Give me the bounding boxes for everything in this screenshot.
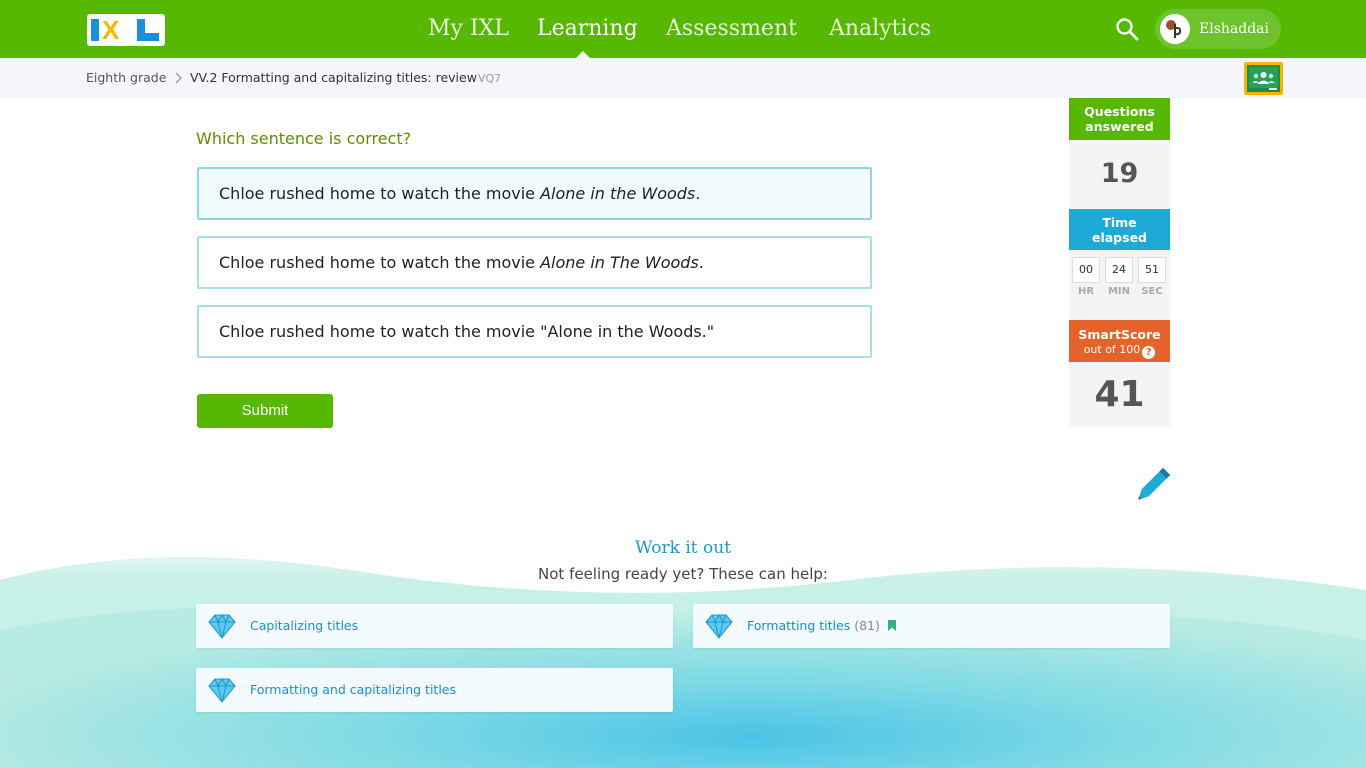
user-name: Elshaddai: [1199, 21, 1269, 37]
minutes-label: MIN: [1107, 286, 1131, 297]
answer-choice-3[interactable]: Chloe rushed home to watch the movie "Al…: [197, 305, 872, 358]
user-menu-button[interactable]: Elshaddai: [1155, 9, 1281, 49]
time-seconds: 51: [1138, 257, 1166, 283]
ixl-logo[interactable]: X: [87, 14, 165, 46]
hours-label: HR: [1077, 286, 1095, 297]
skill-code: VQ7: [478, 72, 502, 85]
work-it-out-subtitle: Not feeling ready yet? These can help:: [538, 565, 828, 583]
time-elapsed-header: Time elapsed: [1069, 209, 1170, 250]
skill-count: (81): [854, 618, 880, 633]
answer-choice-1[interactable]: Chloe rushed home to watch the movie Alo…: [197, 167, 872, 220]
search-icon[interactable]: [1115, 17, 1139, 41]
questions-label: Questions: [1084, 104, 1155, 119]
skill-card-capitalizing-titles[interactable]: Capitalizing titles: [196, 604, 673, 648]
elapsed-label: elapsed: [1091, 230, 1147, 245]
logo-l-foot: [137, 33, 159, 41]
diamond-icon: [705, 613, 733, 639]
pencil-icon[interactable]: [1131, 467, 1171, 507]
smartscore-panel: 41: [1069, 362, 1170, 427]
submit-button[interactable]: Submit: [197, 394, 333, 428]
skill-label: Capitalizing titles: [250, 618, 359, 633]
skill-label: Formatting titles (81): [747, 604, 896, 648]
smartscore-sub: out of 100?: [1069, 342, 1170, 359]
diamond-icon: [208, 613, 236, 639]
logo-x-mark: X: [102, 15, 119, 45]
skill-card-formatting-titles[interactable]: Formatting titles (81): [693, 604, 1170, 648]
time-hours: 00: [1072, 257, 1100, 283]
smartscore-label: SmartScore: [1078, 327, 1161, 342]
logo-i-bar: [91, 19, 99, 41]
smartscore-value: 41: [1094, 374, 1145, 415]
google-classroom-icon: [1247, 65, 1280, 92]
smartscore-sub-text: out of 100: [1083, 343, 1141, 356]
question-prompt: Which sentence is correct?: [196, 129, 412, 148]
breadcrumb-grade[interactable]: Eighth grade: [86, 58, 166, 98]
time-elapsed-panel: 00 24 51 HR MIN SEC: [1069, 250, 1170, 320]
active-nav-caret: [576, 51, 590, 58]
bookmark-icon: [887, 620, 896, 631]
nav-my-ixl[interactable]: My IXL: [428, 0, 509, 58]
skill-card-formatting-and-capitalizing-titles[interactable]: Formatting and capitalizing titles: [196, 668, 673, 712]
questions-answered-header: Questions answered: [1069, 98, 1170, 140]
nav-assessment[interactable]: Assessment: [666, 0, 797, 58]
seconds-label: SEC: [1141, 286, 1163, 297]
answered-label: answered: [1085, 119, 1154, 134]
time-label: Time: [1102, 215, 1137, 230]
answer-choice-2[interactable]: Chloe rushed home to watch the movie Alo…: [197, 236, 872, 289]
smartscore-header: SmartScore out of 100?: [1069, 320, 1170, 362]
questions-answered-panel: 19: [1069, 140, 1170, 209]
avatar-icon: [1160, 14, 1190, 44]
google-classroom-button[interactable]: [1244, 62, 1283, 95]
breadcrumb: Eighth grade VV.2 Formatting and capital…: [0, 58, 1366, 98]
choice-text: Chloe rushed home to watch the movie Alo…: [219, 184, 701, 203]
breadcrumb-skill: VV.2 Formatting and capitalizing titles:…: [190, 70, 477, 85]
diamond-icon: [208, 677, 236, 703]
nav-analytics[interactable]: Analytics: [829, 0, 931, 58]
nav-learning[interactable]: Learning: [537, 0, 638, 58]
choice-text: Chloe rushed home to watch the movie Alo…: [219, 253, 704, 272]
chevron-right-icon: [175, 72, 182, 84]
time-minutes: 24: [1105, 257, 1133, 283]
choice-text: Chloe rushed home to watch the movie "Al…: [219, 322, 715, 341]
questions-answered-value: 19: [1100, 158, 1139, 189]
help-icon[interactable]: ?: [1142, 346, 1156, 359]
top-nav-bar: X My IXL Learning Assessment Analytics E…: [0, 0, 1366, 58]
skill-label: Formatting and capitalizing titles: [250, 682, 457, 697]
work-it-out-title: Work it out: [634, 538, 732, 558]
